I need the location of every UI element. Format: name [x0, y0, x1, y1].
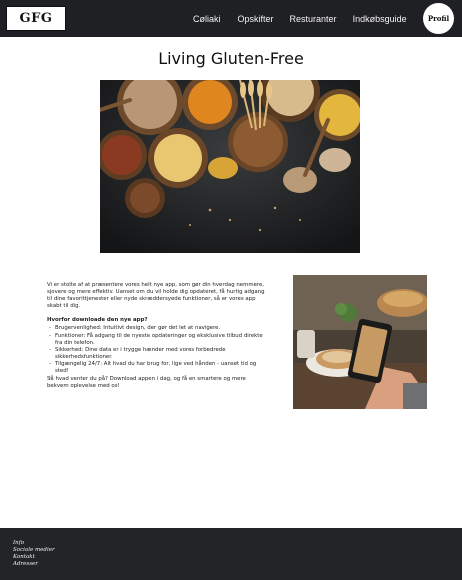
hero-grains-image	[100, 80, 360, 253]
nav-item-restauranter[interactable]: Resturanter	[290, 14, 337, 24]
footer-links: Info Sociale medier Kontakt Adresser	[13, 540, 55, 568]
list-item: - Sikkerhed: Dine data er i trygge hænder…	[49, 346, 226, 360]
feature-list: - Brugervenlighed: Intuitivt design, der …	[47, 325, 269, 381]
phone-bread-image	[293, 275, 427, 409]
grains-illustration	[100, 80, 360, 253]
app-description: Vi er stolte af at præsentere vores helt…	[47, 282, 269, 397]
nav-item-indkobsguide[interactable]: Indkøbsguide	[353, 14, 407, 24]
nav-item-opskrifter[interactable]: Opskifter	[238, 14, 274, 24]
footer-link-contact[interactable]: Kontakt	[13, 554, 55, 561]
page-title: Living Gluten-Free	[158, 49, 304, 68]
profile-button[interactable]: Profil	[423, 3, 454, 34]
logo-text: GFG	[19, 11, 53, 26]
intro-paragraph: Vi er stolte af at præsentere vores helt…	[47, 282, 265, 310]
list-item: - Brugervenlighed: Intuitivt design, der …	[49, 325, 221, 332]
phone-bread-illustration	[293, 275, 427, 409]
footer-link-addresses[interactable]: Adresser	[13, 561, 55, 568]
top-navigation-bar: GFG Cøliaki Opskifter Resturanter Indkøb…	[0, 0, 462, 37]
footer-link-info[interactable]: Info	[13, 540, 55, 547]
footer: Info Sociale medier Kontakt Adresser	[0, 528, 462, 580]
footer-link-social-media[interactable]: Sociale medier	[13, 547, 55, 554]
list-item: - Funktioner: Få adgang til de nyeste opd…	[49, 332, 263, 346]
profile-label: Profil	[427, 14, 450, 23]
list-item: - Tilgængelig 24/7: Alt hvad du har brug …	[49, 360, 257, 375]
nav-item-coeliaki[interactable]: Cøliaki	[193, 14, 221, 24]
main-nav: Cøliaki Opskifter Resturanter Indkøbsgui…	[186, 0, 407, 37]
logo[interactable]: GFG	[6, 6, 66, 31]
closing-paragraph: Så hvad venter du på? Download appen i d…	[47, 376, 246, 390]
why-download-heading: Hvorfor downloade den nye app?	[47, 317, 148, 324]
